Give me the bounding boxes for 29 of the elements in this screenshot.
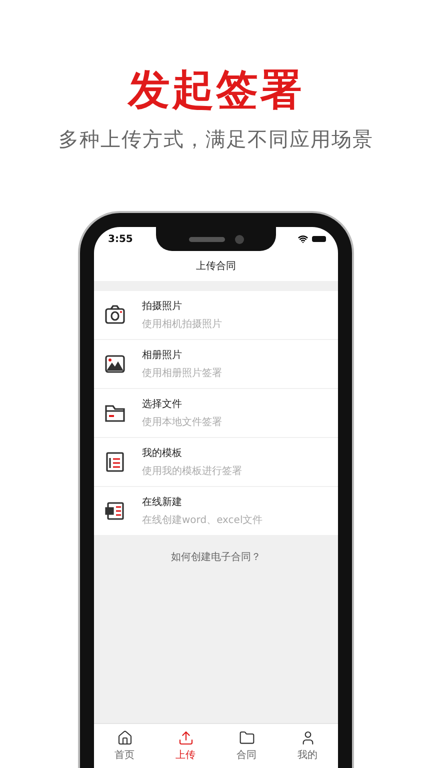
- folder-icon: [238, 730, 254, 746]
- folder-icon: [104, 402, 126, 424]
- page-title: 上传合同: [195, 260, 237, 274]
- tab[interactable]: 上传: [155, 724, 216, 768]
- document-icon: [104, 500, 126, 522]
- option-title: 选择文件: [142, 398, 183, 411]
- option-title: 在线新建: [142, 496, 183, 509]
- tab[interactable]: 合同: [216, 724, 277, 768]
- wifi-icon: [298, 234, 308, 244]
- option-title: 相册照片: [142, 348, 183, 362]
- picture-icon: [104, 353, 126, 375]
- option-title: 拍摄照片: [142, 300, 183, 313]
- help-link[interactable]: 如何创建电子合同？: [171, 550, 261, 564]
- upload-icon: [178, 730, 194, 746]
- status-time: 3:55: [108, 234, 133, 244]
- option-description: 使用相机拍摄照片: [142, 318, 222, 331]
- headline: 发起签署: [128, 64, 304, 116]
- home-icon: [116, 730, 132, 746]
- tab[interactable]: 我的: [277, 724, 338, 768]
- option-title: 我的模板: [142, 446, 183, 460]
- option-description: 使用相册照片签署: [142, 366, 222, 380]
- tab[interactable]: 首页: [94, 724, 155, 768]
- subtitle: 多种上传方式，满足不同应用场景: [58, 126, 374, 153]
- battery-icon: [312, 236, 326, 242]
- option-description: 在线创建word、excel文件: [142, 514, 263, 527]
- option-description: 使用本地文件签署: [142, 416, 222, 429]
- list-document-icon: [104, 451, 126, 473]
- camera-icon: [104, 304, 126, 326]
- option-description: 使用我的模板进行签署: [142, 464, 242, 478]
